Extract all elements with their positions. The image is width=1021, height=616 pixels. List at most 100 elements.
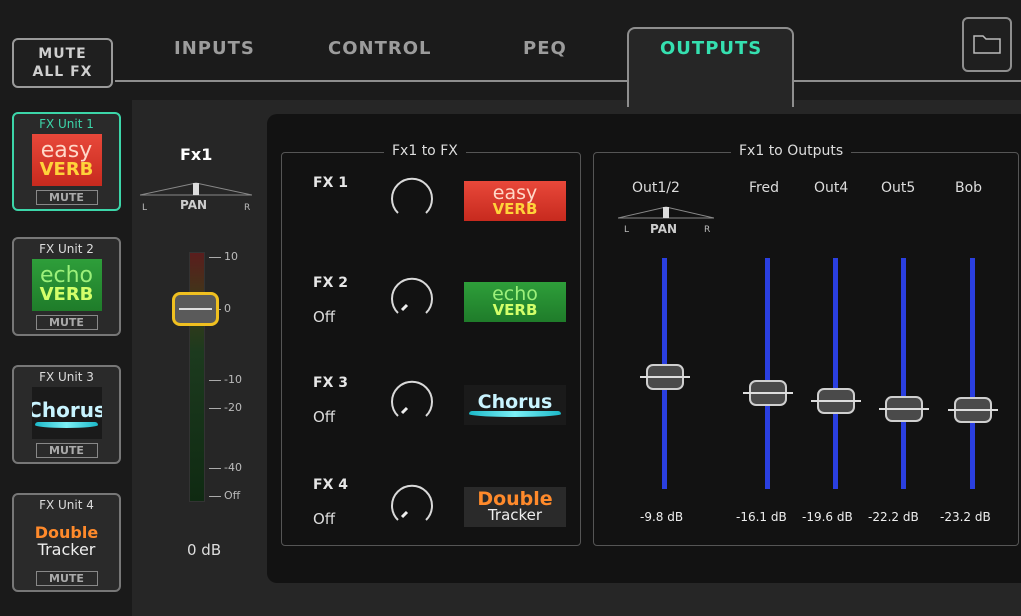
logo-line2: VERB [39, 159, 94, 180]
tab-underline-right [794, 80, 1021, 82]
easyverb-logo: easy VERB [31, 134, 102, 186]
fx1-pan-control[interactable]: L PAN R [140, 178, 252, 218]
pan-right-label: R [244, 203, 251, 213]
logo-line2: Tracker [37, 540, 96, 559]
tab-underline-left [115, 80, 627, 82]
logo-line2: VERB [492, 200, 538, 218]
fx-send-label-1: FX 1 [313, 175, 348, 191]
fx-sends-title: Fx1 to FX [384, 143, 466, 159]
out5-level-readout: -22.2 dB [868, 510, 919, 524]
mute-all-label-line1: MUTE [38, 46, 87, 62]
scale-label-0: 0 [224, 302, 231, 315]
logo-line1: Chorus [31, 398, 102, 422]
fx-unit-name: FX Unit 2 [39, 242, 94, 256]
output-name-out1-2: Out1/2 [632, 180, 680, 196]
fx-unit-mute-button[interactable]: MUTE [35, 190, 98, 205]
fx-send-state-4: Off [313, 510, 336, 528]
logo-line1: echo [39, 263, 94, 288]
out1-2-pan-control[interactable]: L PAN R [618, 203, 714, 239]
mute-all-label-line2: ALL FX [32, 64, 93, 80]
bob-fader-track[interactable] [970, 258, 975, 489]
logo-line1: Double [34, 523, 99, 542]
folder-button[interactable] [962, 17, 1012, 72]
logo-line1: easy [40, 138, 93, 163]
tab-control[interactable]: CONTROL [328, 38, 432, 59]
fx-unit-mute-button[interactable]: MUTE [35, 571, 98, 586]
fx2-send-knob[interactable] [388, 275, 436, 323]
chorus-wave-decoration [469, 410, 561, 417]
logo-line2: VERB [39, 284, 94, 305]
scale-tick [209, 257, 221, 258]
out1-2-level-readout: -9.8 dB [640, 510, 684, 524]
top-bar [0, 0, 1021, 100]
output-name-fred: Fred [749, 180, 779, 196]
fx-unit-mute-button[interactable]: MUTE [35, 315, 98, 330]
out5-fader-track[interactable] [901, 258, 906, 489]
echoverb-logo: echo VERB [31, 259, 102, 311]
logo-line2: Tracker [487, 506, 543, 524]
pan-wedge-graphic [618, 206, 714, 219]
fx-send-state-2: Off [313, 308, 336, 326]
echoverb-logo: echo VERB [464, 282, 566, 322]
fx-unit-name: FX Unit 4 [39, 498, 94, 512]
fx-unit-card-3[interactable]: FX Unit 3 Chorus MUTE [12, 365, 121, 464]
fx1-fader-handle[interactable] [172, 292, 219, 326]
fx1-send-knob[interactable] [388, 175, 436, 223]
fx-unit-mute-button[interactable]: MUTE [35, 443, 98, 458]
double-tracker-logo: Double Tracker [464, 487, 566, 527]
bob-fader-handle[interactable] [948, 397, 998, 423]
tab-outputs[interactable]: OUTPUTS [660, 38, 762, 59]
fx-unit-name: FX Unit 3 [39, 370, 94, 384]
fx-unit-card-1[interactable]: FX Unit 1 easy VERB MUTE [12, 112, 121, 211]
fx-send-label-2: FX 2 [313, 275, 348, 291]
fred-fader-handle[interactable] [743, 380, 793, 406]
fx-unit-card-4[interactable]: FX Unit 4 Double Tracker MUTE [12, 493, 121, 592]
pan-left-label: L [624, 225, 630, 235]
output-name-out4: Out4 [814, 180, 849, 196]
pan-right-label: R [704, 225, 711, 235]
scale-tick [209, 468, 221, 469]
fx1-level-meter [189, 252, 205, 502]
fx1-level-readout: 0 dB [187, 541, 222, 559]
fx-unit-card-2[interactable]: FX Unit 2 echo VERB MUTE [12, 237, 121, 336]
chorus-logo: Chorus [464, 385, 566, 425]
fx-send-label-3: FX 3 [313, 375, 348, 391]
fx4-send-knob[interactable] [388, 482, 436, 530]
scale-tick [209, 380, 221, 381]
tab-peq[interactable]: PEQ [523, 38, 567, 59]
scale-label-minus40: -40 [224, 461, 242, 474]
logo-line1: Chorus [477, 390, 553, 413]
logo-line2: VERB [492, 301, 538, 319]
out4-fader-handle[interactable] [811, 388, 861, 414]
chorus-wave-decoration [35, 422, 98, 428]
output-name-bob: Bob [955, 180, 983, 196]
pan-wedge-graphic [140, 182, 252, 196]
pan-label: PAN [650, 222, 678, 236]
fx3-send-knob[interactable] [388, 378, 436, 426]
out4-fader-track[interactable] [833, 258, 838, 489]
scale-tick [209, 496, 221, 497]
tab-inputs[interactable]: INPUTS [174, 38, 255, 59]
scale-label-off: Off [224, 489, 241, 502]
fred-fader-track[interactable] [765, 258, 770, 489]
easyverb-logo: easy VERB [464, 181, 566, 221]
output-name-out5: Out5 [881, 180, 916, 196]
chorus-logo: Chorus [31, 387, 102, 439]
outputs-title: Fx1 to Outputs [731, 143, 852, 159]
scale-label-10: 10 [224, 250, 238, 263]
bob-level-readout: -23.2 dB [940, 510, 991, 524]
fx-unit-name: FX Unit 1 [39, 117, 94, 131]
fx-send-label-4: FX 4 [313, 477, 348, 493]
scale-label-minus20: -20 [224, 401, 242, 414]
double-tracker-logo: Double Tracker [31, 515, 102, 567]
fx1-channel-title: Fx1 [180, 145, 213, 164]
scale-tick [209, 408, 221, 409]
out5-fader-handle[interactable] [879, 396, 929, 422]
out1-2-fader-handle[interactable] [640, 364, 690, 390]
pan-left-label: L [142, 203, 148, 213]
fx-send-state-3: Off [313, 408, 336, 426]
out4-level-readout: -19.6 dB [802, 510, 853, 524]
mute-all-fx-button[interactable]: MUTE ALL FX [12, 38, 113, 88]
folder-icon [973, 35, 1001, 54]
fred-level-readout: -16.1 dB [736, 510, 787, 524]
